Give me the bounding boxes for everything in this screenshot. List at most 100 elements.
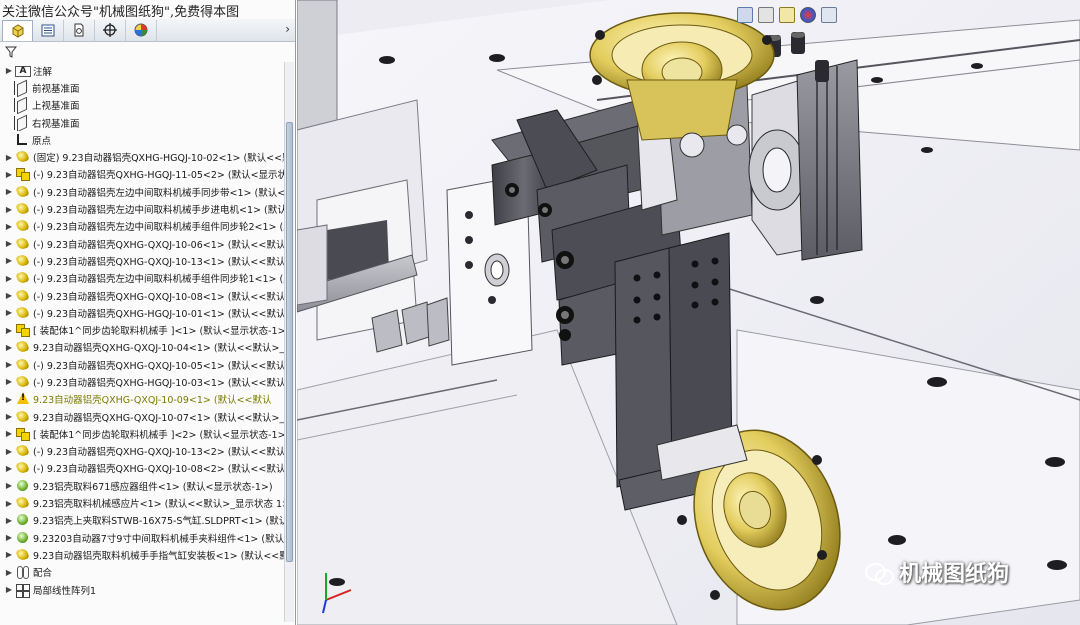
scene-icon[interactable] (821, 7, 837, 23)
pattern-icon (15, 583, 31, 597)
expand-arrow-icon[interactable]: ▶ (3, 377, 15, 386)
appearance-icon[interactable] (800, 7, 816, 23)
tree-item[interactable]: 原点 (0, 131, 284, 148)
expand-arrow-icon[interactable]: ▶ (3, 274, 15, 283)
tree-item-label: (-) 9.23自动器铝壳左边中间取料机械手组件同步轮2<1> (默 (33, 222, 284, 234)
tree-item-label: 注解 (33, 66, 53, 78)
expand-arrow-icon[interactable]: ▶ (3, 481, 15, 490)
tree-item[interactable]: ▶ 配合 (0, 564, 284, 581)
expand-arrow-icon[interactable]: ▶ (3, 205, 15, 214)
tree-item-label: (固定) 9.23自动器铝壳QXHG-HGQJ-10-02<1> (默认<<默 (33, 153, 284, 165)
tree-item[interactable]: ▶ 9.23自动器铝壳QXHG-QXQJ-10-07<1> (默认<<默认>_ (0, 408, 284, 425)
expand-arrow-icon[interactable]: ▶ (3, 395, 15, 404)
tree-item[interactable]: ▶ (固定) 9.23自动器铝壳QXHG-HGQJ-10-02<1> (默认<<默 (0, 148, 284, 165)
tree-item[interactable]: ▶ 9.23铝壳取料机械感应片<1> (默认<<默认>_显示状态 1> (0, 494, 284, 511)
expand-arrow-icon[interactable]: ▶ (3, 412, 15, 421)
dimxpert-manager-tab[interactable] (95, 19, 126, 41)
origin-icon (14, 133, 30, 147)
expand-arrow-icon[interactable]: ▶ (3, 343, 15, 352)
tree-item[interactable]: ▶ 9.23铝壳取料671感应器组件<1> (默认<显示状态-1>) (0, 477, 284, 494)
tree-scrollbar[interactable] (284, 62, 294, 622)
tree-item[interactable]: 上视基准面 (0, 97, 284, 114)
part-icon (15, 410, 31, 424)
tree-item[interactable]: ▶ [ 装配体1^同步齿轮取料机械手 ]<2> (默认<显示状态-1> (0, 425, 284, 442)
expand-arrow-icon[interactable]: ▶ (3, 326, 15, 335)
tree-item-label: (-) 9.23自动器铝壳QXHG-HGQJ-10-01<1> (默认<<默认>… (33, 308, 284, 320)
tree-item[interactable]: 右视基准面 (0, 114, 284, 131)
tree-item-label: 9.23203自动器7寸9寸中间取料机械手夹料组件<1> (默认 (33, 533, 284, 545)
filter-icon[interactable] (5, 46, 17, 58)
expand-arrow-icon[interactable]: ▶ (3, 464, 15, 473)
manager-tab-bar: › (0, 19, 295, 42)
expand-arrow-icon[interactable]: ▶ (3, 429, 15, 438)
graphics-area[interactable]: 机械图纸狗 (297, 0, 1080, 625)
expand-arrow-icon[interactable]: ▶ (3, 499, 15, 508)
expand-arrow-icon[interactable]: ▶ (3, 66, 15, 75)
tree-item[interactable]: ▶ (-) 9.23自动器铝壳QXHG-QXQJ-10-13<2> (默认<<默认… (0, 443, 284, 460)
annotation-icon: A (15, 65, 31, 77)
tree-scrollbar-thumb[interactable] (286, 122, 293, 562)
tree-item[interactable]: ▶ (-) 9.23自动器铝壳左边中间取料机械手同步带<1> (默认<<默 (0, 183, 284, 200)
tree-item-label: (-) 9.23自动器铝壳QXHG-QXQJ-10-13<1> (默认<<默认> (33, 256, 284, 268)
expand-arrow-icon[interactable]: ▶ (3, 239, 15, 248)
model-render (297, 0, 1080, 625)
watermark-text-top: 关注微信公众号"机械图纸狗",免费得本图 (2, 5, 240, 20)
tree-item[interactable]: ▶ 9.23自动器铝壳QXHG-QXQJ-10-09<1> (默认<<默认 (0, 391, 284, 408)
tree-item-label: 右视基准面 (32, 118, 80, 130)
tree-item[interactable]: ▶ (-) 9.23自动器铝壳QXHG-HGQJ-10-01<1> (默认<<默认… (0, 304, 284, 321)
part-icon (15, 219, 31, 233)
tree-item[interactable]: ▶ (-) 9.23自动器铝壳QXHG-QXQJ-10-13<1> (默认<<默认… (0, 252, 284, 269)
tree-item[interactable]: ▶ 9.23自动器铝壳取料机械手手指气缸安装板<1> (默认<<默 (0, 546, 284, 563)
expand-arrow-icon[interactable]: ▶ (3, 447, 15, 456)
tree-item[interactable]: ▶ (-) 9.23自动器铝壳QXHG-QXQJ-10-08<1> (默认<<默认… (0, 287, 284, 304)
property-manager-tab[interactable] (33, 19, 64, 41)
chevron-right-icon[interactable]: › (285, 22, 290, 36)
tree-item[interactable]: ▶ [ 装配体1^同步齿轮取料机械手 ]<1> (默认<显示状态-1> (0, 321, 284, 338)
part-icon (15, 271, 31, 285)
expand-arrow-icon[interactable]: ▶ (3, 153, 15, 162)
tree-item[interactable]: ▶ (-) 9.23自动器铝壳QXHG-HGQJ-11-05<2> (默认<显示状 (0, 166, 284, 183)
tree-item[interactable]: ▶ 9.23铝壳上夹取料STWB-16X75-S气缸.SLDPRT<1> (默认< (0, 512, 284, 529)
axis-triad-icon (322, 573, 352, 614)
zoom-to-fit-icon[interactable] (737, 7, 753, 23)
tree-item[interactable]: ▶ (-) 9.23自动器铝壳QXHG-QXQJ-10-05<1> (默认<<默认… (0, 356, 284, 373)
tree-item[interactable]: ▶ 9.23203自动器7寸9寸中间取料机械手夹料组件<1> (默认 (0, 529, 284, 546)
tree-item[interactable]: ▶ (-) 9.23自动器铝壳QXHG-QXQJ-10-06<1> (默认<<默认… (0, 235, 284, 252)
tree-item[interactable]: ▶ (-) 9.23自动器铝壳QXHG-QXQJ-10-08<2> (默认<<默认… (0, 460, 284, 477)
tree-item[interactable]: ▶ 局部线性阵列1 (0, 581, 284, 598)
expand-arrow-icon[interactable]: ▶ (3, 585, 15, 594)
expand-arrow-icon[interactable]: ▶ (3, 360, 15, 369)
tree-item-label: (-) 9.23自动器铝壳QXHG-QXQJ-10-08<2> (默认<<默认> (33, 464, 284, 476)
expand-arrow-icon[interactable]: ▶ (3, 291, 15, 300)
expand-arrow-icon[interactable]: ▶ (3, 568, 15, 577)
tree-item[interactable]: ▶ 9.23自动器铝壳QXHG-QXQJ-10-04<1> (默认<<默认>_ (0, 339, 284, 356)
expand-arrow-icon[interactable]: ▶ (3, 533, 15, 542)
expand-arrow-icon[interactable]: ▶ (3, 516, 15, 525)
expand-arrow-icon[interactable]: ▶ (3, 187, 15, 196)
expand-arrow-icon[interactable]: ▶ (3, 222, 15, 231)
tree-item[interactable]: ▶ (-) 9.23自动器铝壳左边中间取料机械手组件同步轮1<1> (默 (0, 270, 284, 287)
tree-item[interactable]: ▶ (-) 9.23自动器铝壳左边中间取料机械手步进电机<1> (默认 (0, 200, 284, 217)
configuration-manager-tab[interactable] (64, 19, 95, 41)
tree-item-label: (-) 9.23自动器铝壳QXHG-QXQJ-10-13<2> (默认<<默认> (33, 447, 284, 459)
tree-item[interactable]: ▶ (-) 9.23自动器铝壳左边中间取料机械手组件同步轮2<1> (默 (0, 218, 284, 235)
part-icon (15, 340, 31, 354)
expand-arrow-icon[interactable]: ▶ (3, 170, 15, 179)
tree-item-label: 9.23自动器铝壳QXHG-QXQJ-10-04<1> (默认<<默认>_ (33, 343, 284, 355)
expand-arrow-icon[interactable]: ▶ (3, 308, 15, 317)
feature-manager-tab[interactable] (2, 19, 33, 41)
tree-item-label: 9.23铝壳上夹取料STWB-16X75-S气缸.SLDPRT<1> (默认< (33, 516, 284, 528)
tree-item-label: 9.23铝壳取料机械感应片<1> (默认<<默认>_显示状态 1> (33, 499, 284, 511)
view-orientation-icon[interactable] (758, 7, 774, 23)
display-manager-tab[interactable] (126, 19, 157, 41)
expand-arrow-icon[interactable]: ▶ (3, 550, 15, 559)
expand-arrow-icon[interactable]: ▶ (3, 256, 15, 265)
tree-item[interactable]: 前视基准面 (0, 79, 284, 96)
tree-item-label: (-) 9.23自动器铝壳左边中间取料机械手步进电机<1> (默认 (33, 205, 284, 217)
brand-watermark: 机械图纸狗 (865, 556, 1009, 588)
tree-item-label: 原点 (32, 135, 52, 147)
tree-item[interactable]: ▶ (-) 9.23自动器铝壳QXHG-HGQJ-10-03<1> (默认<<默认… (0, 373, 284, 390)
tree-item[interactable]: ▶ A 注解 (0, 62, 284, 79)
tree-item-label: [ 装配体1^同步齿轮取料机械手 ]<1> (默认<显示状态-1> (33, 326, 284, 338)
display-style-icon[interactable] (779, 7, 795, 23)
